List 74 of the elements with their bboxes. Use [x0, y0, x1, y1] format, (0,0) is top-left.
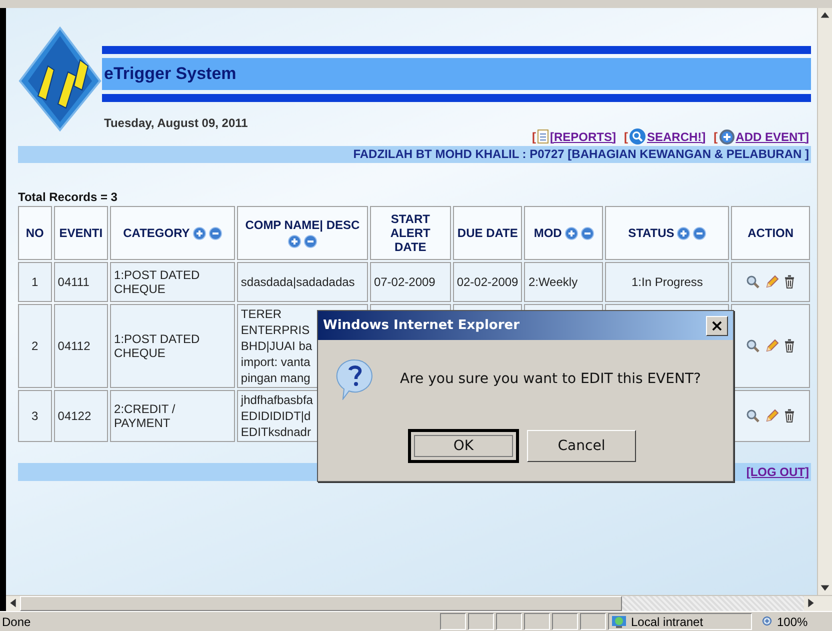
pencil-icon[interactable]: [765, 339, 780, 353]
zoom-level[interactable]: 100%: [777, 614, 808, 628]
magnifier-icon[interactable]: [746, 275, 760, 289]
zoom-icon[interactable]: [762, 616, 774, 628]
column-header: CATEGORY: [110, 206, 235, 260]
ok-button[interactable]: OK: [409, 430, 518, 462]
column-header: START ALERT DATE: [370, 206, 451, 260]
column-header: EVENTI: [54, 206, 108, 260]
status-pane: [524, 613, 550, 630]
event-id-cell: 04112: [58, 339, 90, 353]
user-bar: FADZILAH BT MOHD KHALIL : P0727 [BAHAGIAN KEWANGAN & PELABURAN ]: [18, 146, 811, 163]
minus-icon[interactable]: [693, 226, 706, 240]
row-number: 1: [32, 275, 38, 289]
status-pane: [496, 613, 522, 630]
cancel-button[interactable]: Cancel: [527, 430, 636, 462]
status-pane: [440, 613, 466, 630]
trash-icon[interactable]: [784, 275, 796, 289]
event-id-cell: 04122: [58, 409, 92, 423]
total-records: Total Records = 3: [18, 190, 118, 204]
pencil-icon[interactable]: [765, 275, 780, 289]
reports-link[interactable]: [REPORTS]: [550, 130, 616, 144]
status-pane: [552, 613, 578, 630]
search-link[interactable]: SEARCH!]: [646, 130, 706, 144]
status-pane: [580, 613, 606, 630]
column-header: NO: [18, 206, 52, 260]
magnifier-icon[interactable]: [746, 339, 760, 353]
status-cell: 1:In Progress: [632, 275, 703, 289]
column-header: ACTION: [731, 206, 810, 260]
dialog-message: Are you sure you want to EDIT this EVENT?: [400, 371, 701, 387]
minus-icon[interactable]: [304, 235, 317, 248]
search-icon: [628, 128, 646, 145]
description-cell: sdasdada|sadadadas: [240, 275, 355, 289]
question-icon: [336, 358, 374, 400]
status-text: Done: [1, 614, 32, 628]
status-pane: [468, 613, 494, 630]
row-number: 2: [32, 339, 38, 353]
pencil-icon[interactable]: [765, 409, 780, 423]
scrollbar-thumb[interactable]: [20, 596, 622, 611]
bracket-text: [: [532, 130, 536, 144]
dialog-title: Windows Internet Explorer: [323, 318, 520, 333]
category-cell: 1:POST DATED CHEQUE: [114, 268, 200, 296]
close-button[interactable]: ×: [706, 316, 728, 336]
plus-icon[interactable]: [192, 226, 206, 240]
minus-icon[interactable]: [580, 226, 594, 240]
mode-cell: 2:Weekly: [528, 275, 578, 289]
logout-link[interactable]: [LOG OUT]: [746, 465, 809, 479]
category-cell: 1:POST DATED CHEQUE: [114, 332, 200, 360]
magnifier-icon[interactable]: [746, 409, 760, 423]
date-text: Tuesday, August 09, 2011: [103, 116, 249, 130]
minus-icon[interactable]: [208, 226, 222, 240]
column-header: MOD: [524, 206, 604, 260]
column-header: COMP NAME| DESC: [236, 206, 368, 260]
zone-text: Local intranet: [631, 614, 704, 628]
date-cell: 02-02-2009: [456, 275, 518, 289]
bracket-text: [: [624, 130, 628, 144]
add-link[interactable]: ADD EVENT]: [736, 130, 809, 144]
plus-icon[interactable]: [564, 226, 578, 240]
column-header: STATUS: [605, 206, 730, 260]
plus-icon: [718, 128, 735, 144]
plus-icon[interactable]: [677, 226, 690, 240]
notepad-icon: [536, 129, 549, 144]
date-cell: 07-02-2009: [374, 275, 436, 289]
description-cell: jhdfhafbasbfa EDIDIDIDT|d EDITksdnadr: [240, 393, 313, 439]
bracket-text: [: [714, 130, 718, 144]
trash-icon[interactable]: [784, 409, 796, 423]
description-cell: TERER ENTERPRIS BHD|JUAI ba import: vanta pingan mang: [240, 307, 312, 385]
trash-icon[interactable]: [784, 339, 796, 353]
event-id-cell: 04111: [58, 275, 90, 289]
plus-icon[interactable]: [288, 235, 301, 248]
column-header: DUE DATE: [452, 206, 522, 260]
category-cell: 2:CREDIT / PAYMENT: [114, 402, 176, 430]
app-title: eTrigger System: [104, 64, 236, 84]
row-number: 3: [32, 409, 38, 423]
logo-icon: [18, 26, 102, 132]
